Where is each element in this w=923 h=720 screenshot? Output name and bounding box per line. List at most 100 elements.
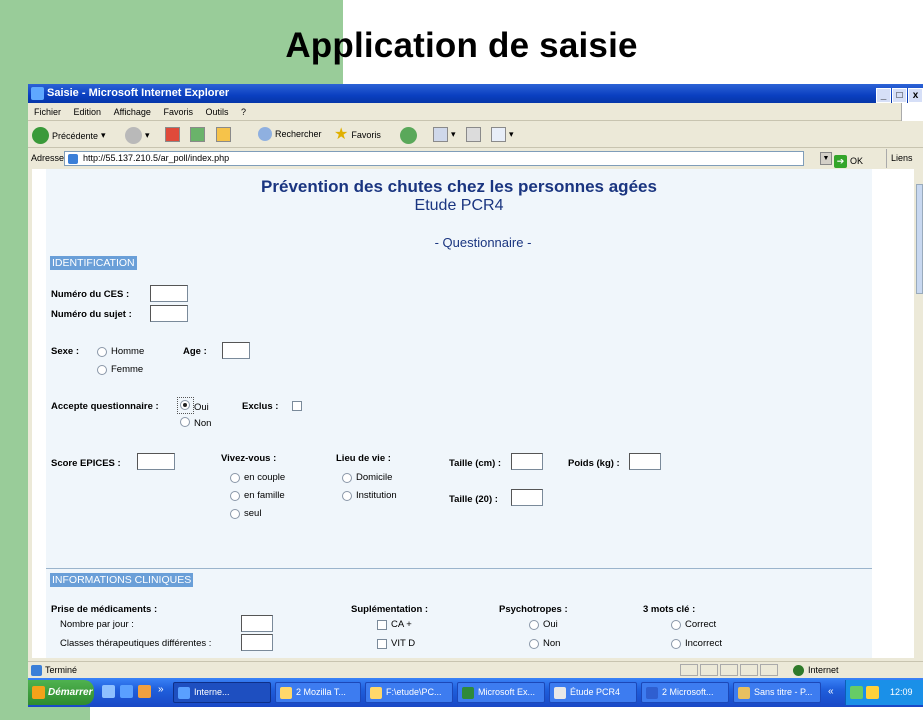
poids-input[interactable]: [629, 453, 661, 470]
url-input[interactable]: http://55.137.210.5/ar_poll/index.php: [64, 151, 804, 166]
scrollbar-thumb[interactable]: [916, 184, 923, 294]
accepte-oui-radio[interactable]: [180, 400, 190, 410]
num-ces-input[interactable]: [150, 285, 188, 302]
mots-incorrect-radio[interactable]: [671, 639, 681, 649]
back-button[interactable]: Précédente ▾: [32, 127, 106, 144]
vivez-famille-radio[interactable]: [230, 491, 240, 501]
notification-icon[interactable]: [866, 686, 879, 699]
home-button[interactable]: [216, 127, 231, 142]
edit-button[interactable]: ▾: [491, 127, 514, 142]
mots-correct-radio[interactable]: [671, 620, 681, 630]
task-label: F:\etude\PC...: [386, 687, 442, 697]
taille-label: Taille (cm) :: [449, 458, 502, 469]
taille-input[interactable]: [511, 453, 543, 470]
folder-icon: [370, 687, 382, 699]
vivez-couple-radio[interactable]: [230, 473, 240, 483]
menu-outils[interactable]: Outils: [206, 107, 229, 117]
menu-fichier[interactable]: Fichier: [34, 107, 61, 117]
globe-icon: [793, 664, 804, 676]
chevron-down-icon[interactable]: ▼: [820, 152, 832, 165]
network-icon[interactable]: [850, 686, 863, 699]
sexe-femme-label: Femme: [111, 364, 144, 375]
taille20-input[interactable]: [511, 489, 543, 506]
chevron-right-icon[interactable]: »: [158, 684, 164, 695]
psy-non-radio[interactable]: [529, 639, 539, 649]
task-internet-explorer[interactable]: Interne...: [173, 682, 271, 703]
task-mozilla[interactable]: 2 Mozilla T...: [275, 682, 361, 703]
score-epices-input[interactable]: [137, 453, 175, 470]
go-arrow-icon: ➔: [834, 155, 847, 168]
poids-label: Poids (kg) :: [568, 458, 620, 469]
refresh-button[interactable]: [190, 127, 205, 142]
lieu-domicile-radio[interactable]: [342, 473, 352, 483]
start-button[interactable]: Démarrer: [28, 680, 94, 705]
age-label: Age :: [183, 346, 207, 357]
mail-icon: [433, 127, 448, 142]
chevron-down-icon: ▾: [451, 129, 456, 139]
task-word[interactable]: 2 Microsoft...: [641, 682, 729, 703]
maximize-button[interactable]: □: [892, 88, 907, 103]
clock: 12:09: [890, 687, 913, 697]
lieu-institution-radio[interactable]: [342, 491, 352, 501]
status-text: Terminé: [45, 665, 78, 675]
forward-button[interactable]: ▾: [125, 127, 150, 144]
links-button[interactable]: Liens: [886, 149, 913, 168]
menu-help[interactable]: ?: [241, 107, 246, 117]
address-label: Adresse: [31, 153, 65, 163]
menu-favoris[interactable]: Favoris: [163, 107, 193, 117]
paint-icon: [738, 687, 750, 699]
favorites-button[interactable]: ★ Favoris: [334, 127, 381, 143]
minimize-button[interactable]: _: [876, 88, 891, 103]
accepte-oui-label: Oui: [194, 402, 209, 413]
supl-vitd-checkbox[interactable]: [377, 639, 387, 649]
page-icon: [68, 154, 78, 164]
firefox-icon[interactable]: [138, 685, 151, 698]
word-icon: [491, 127, 506, 142]
accepte-non-radio[interactable]: [180, 417, 190, 427]
mail-button[interactable]: ▾: [433, 127, 456, 142]
sexe-homme-radio[interactable]: [97, 347, 107, 357]
stop-button[interactable]: [165, 127, 180, 142]
address-bar: Adresse http://55.137.210.5/ar_poll/inde…: [28, 149, 923, 168]
task-label: Sans titre - P...: [754, 687, 813, 697]
vivez-seul-radio[interactable]: [230, 509, 240, 519]
num-sujet-input[interactable]: [150, 305, 188, 322]
history-icon: [400, 127, 417, 144]
page-subtitle: Etude PCR4: [414, 197, 504, 214]
mots-label: 3 mots clé :: [643, 604, 696, 615]
task-explorer[interactable]: F:\etude\PC...: [365, 682, 453, 703]
task-paint[interactable]: Sans titre - P...: [733, 682, 821, 703]
url-text: http://55.137.210.5/ar_poll/index.php: [83, 153, 230, 163]
browser-toolbar: Précédente ▾ ▾ Rechercher ★ Favoris ▾ ▾: [28, 122, 923, 148]
psy-oui-radio[interactable]: [529, 620, 539, 630]
chevron-left-icon[interactable]: «: [828, 686, 834, 697]
desktop-icon[interactable]: [102, 685, 115, 698]
task-excel[interactable]: Microsoft Ex...: [457, 682, 545, 703]
search-button[interactable]: Rechercher: [258, 127, 322, 141]
history-button[interactable]: [400, 127, 417, 144]
windows-logo-icon: [901, 103, 923, 121]
zone-label: Internet: [808, 665, 839, 675]
status-bar: Terminé Internet: [28, 661, 923, 678]
print-button[interactable]: [466, 127, 481, 142]
chevron-down-icon: ▾: [145, 130, 150, 140]
classes-input[interactable]: [241, 634, 273, 651]
menu-affichage[interactable]: Affichage: [114, 107, 151, 117]
home-icon: [216, 127, 231, 142]
ie-icon: [31, 87, 44, 100]
sexe-femme-radio[interactable]: [97, 365, 107, 375]
back-label: Précédente: [52, 130, 99, 141]
psy-oui-label: Oui: [543, 619, 558, 630]
vivez-famille-label: en famille: [244, 490, 285, 501]
menu-edition[interactable]: Edition: [74, 107, 102, 117]
close-button[interactable]: x: [908, 88, 923, 103]
lieu-institution-label: Institution: [356, 490, 397, 501]
sexe-label: Sexe :: [51, 346, 79, 357]
supl-ca-checkbox[interactable]: [377, 620, 387, 630]
task-etude[interactable]: Étude PCR4: [549, 682, 637, 703]
window-titlebar[interactable]: Saisie - Microsoft Internet Explorer _ □ x: [28, 84, 923, 103]
nombre-input[interactable]: [241, 615, 273, 632]
ie-quicklaunch-icon[interactable]: [120, 685, 133, 698]
age-input[interactable]: [222, 342, 250, 359]
exclus-checkbox[interactable]: [292, 401, 302, 411]
